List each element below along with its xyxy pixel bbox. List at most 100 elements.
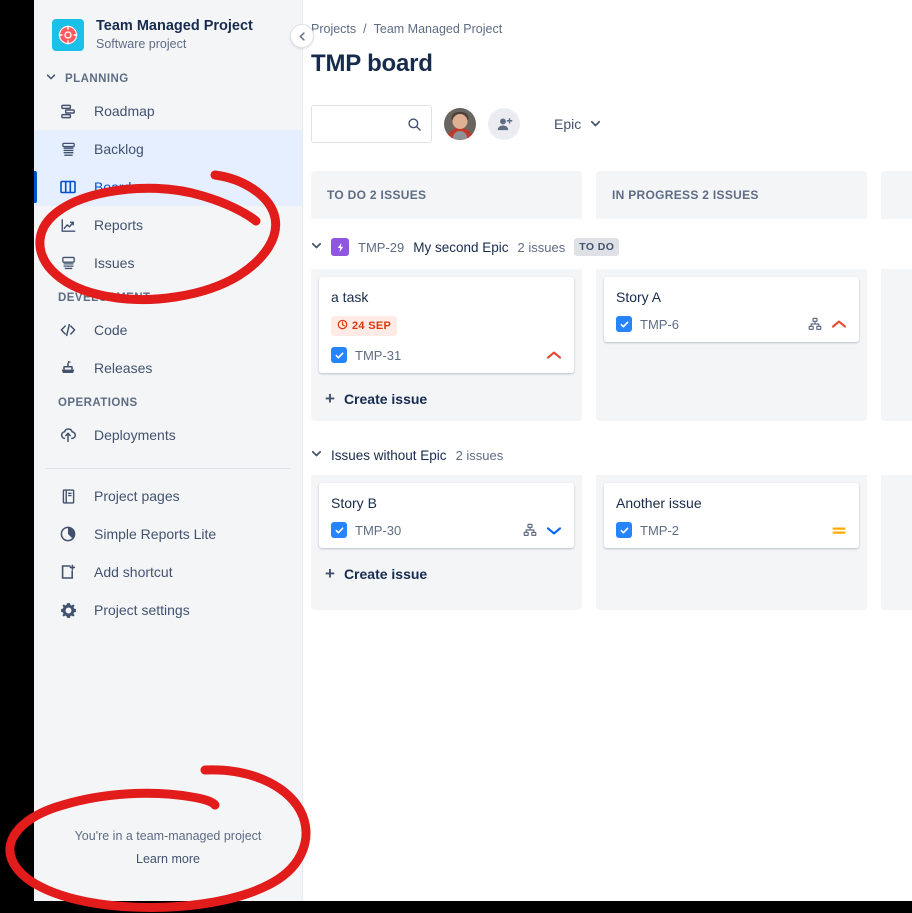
sidebar-item-label: Project settings xyxy=(94,602,190,618)
breadcrumb-current[interactable]: Team Managed Project xyxy=(374,22,503,36)
issue-title: Another issue xyxy=(616,495,702,511)
lane-todo: Story B TMP-30 + Create issue xyxy=(311,475,582,610)
issue-title: a task xyxy=(331,289,369,305)
sidebar-item-label: Add shortcut xyxy=(94,564,173,580)
sidebar-item-issues[interactable]: Issues xyxy=(34,244,302,282)
pie-chart-icon xyxy=(58,524,78,544)
lifebuoy-icon xyxy=(52,19,84,51)
sidebar-item-add-shortcut[interactable]: Add shortcut xyxy=(34,553,302,591)
priority-high-icon xyxy=(546,350,562,361)
sidebar-item-label: Board xyxy=(94,179,132,195)
issues-icon xyxy=(58,253,78,273)
issue-card-footer: TMP-2 xyxy=(616,522,847,538)
chevron-down-icon[interactable] xyxy=(311,448,322,462)
lane-inprogress: Another issue TMP-2 xyxy=(596,475,867,610)
sidebar-item-project-settings[interactable]: Project settings xyxy=(34,591,302,629)
issue-title: Story A xyxy=(616,289,662,305)
add-person-icon[interactable] xyxy=(488,108,520,140)
issue-key[interactable]: TMP-6 xyxy=(640,317,679,332)
search-input[interactable] xyxy=(322,116,412,132)
create-issue-label: Create issue xyxy=(343,565,428,582)
issue-card[interactable]: Story B TMP-30 xyxy=(319,483,574,548)
epic-key[interactable]: TMP-29 xyxy=(358,240,404,255)
board: TO DO 2 ISSUES IN PROGRESS 2 ISSUES TMP-… xyxy=(311,171,912,610)
task-checkbox-icon xyxy=(616,522,632,538)
page-title: TMP board xyxy=(311,50,433,77)
project-sidebar: Team Managed Project Software project PL… xyxy=(34,0,314,901)
sidebar-item-reports[interactable]: Reports xyxy=(34,206,302,244)
issue-card-footer: TMP-6 xyxy=(616,316,847,332)
sidebar-section-label: PLANNING xyxy=(65,72,129,85)
sidebar-item-code[interactable]: Code xyxy=(34,311,302,349)
issue-card[interactable]: a task 24 SEP TMP-31 xyxy=(319,277,574,373)
sidebar-section-label: OPERATIONS xyxy=(58,397,138,409)
sidebar-item-simple-reports-lite[interactable]: Simple Reports Lite xyxy=(34,515,302,553)
issue-card[interactable]: Story A TMP-6 xyxy=(604,277,859,342)
chevron-down-icon[interactable] xyxy=(311,240,322,254)
sidebar-item-label: Deployments xyxy=(94,427,176,443)
page-icon xyxy=(58,486,78,506)
create-issue-button[interactable]: + Create issue xyxy=(319,381,574,413)
sidebar-item-roadmap[interactable]: Roadmap xyxy=(34,92,302,130)
code-icon xyxy=(58,320,78,340)
epic-status-badge: TO DO xyxy=(574,238,620,256)
chevron-down-icon xyxy=(46,72,56,85)
sidebar-item-label: Roadmap xyxy=(94,103,155,119)
sidebar-item-label: Backlog xyxy=(94,141,144,157)
clock-icon xyxy=(337,319,348,333)
sidebar-section-development: DEVELOPMENT xyxy=(34,282,302,311)
swimlane-header-no-epic[interactable]: Issues without Epic 2 issues xyxy=(311,435,912,475)
lane-third xyxy=(881,475,912,610)
issue-key[interactable]: TMP-30 xyxy=(355,523,401,538)
search-box[interactable] xyxy=(311,105,432,143)
create-issue-button[interactable]: + Create issue xyxy=(319,556,574,588)
issue-card-footer: TMP-31 xyxy=(331,347,562,363)
project-header[interactable]: Team Managed Project Software project xyxy=(34,0,302,62)
sidebar-item-project-pages[interactable]: Project pages xyxy=(34,477,302,515)
sidebar-item-releases[interactable]: Releases xyxy=(34,349,302,387)
chevron-down-icon xyxy=(590,116,601,132)
lane-todo: a task 24 SEP TMP-31 + Create issue xyxy=(311,269,582,421)
priority-medium-icon xyxy=(831,525,847,536)
epic-filter-dropdown[interactable]: Epic xyxy=(546,110,609,138)
board-icon xyxy=(58,177,78,197)
sidebar-section-planning[interactable]: PLANNING xyxy=(34,62,302,92)
lane-inprogress: Story A TMP-6 xyxy=(596,269,867,421)
task-checkbox-icon xyxy=(331,347,347,363)
sidebar-item-board[interactable]: Board xyxy=(34,168,302,206)
sidebar-item-label: Simple Reports Lite xyxy=(94,526,217,542)
swimlane-epic-lanes: a task 24 SEP TMP-31 + Create issue Stor… xyxy=(311,269,912,421)
sidebar-item-backlog[interactable]: Backlog xyxy=(34,130,302,168)
swimlane-title: Issues without Epic xyxy=(331,447,447,463)
sidebar-section-label: DEVELOPMENT xyxy=(58,292,151,304)
sidebar-item-label: Project pages xyxy=(94,488,180,504)
breadcrumb-separator: / xyxy=(363,22,367,36)
chevron-left-icon[interactable] xyxy=(290,24,314,48)
sidebar-footer: You're in a team-managed project Learn m… xyxy=(34,825,302,901)
swimlane-issue-count: 2 issues xyxy=(455,447,504,463)
issue-key[interactable]: TMP-31 xyxy=(355,348,401,363)
issue-card-footer: TMP-30 xyxy=(331,522,562,538)
sidebar-item-deployments[interactable]: Deployments xyxy=(34,416,302,454)
sidebar-item-label: Reports xyxy=(94,217,144,233)
plus-icon: + xyxy=(325,389,335,408)
issue-card[interactable]: Another issue TMP-2 xyxy=(604,483,859,548)
task-checkbox-icon xyxy=(331,522,347,538)
sidebar-item-label: Code xyxy=(94,322,128,338)
board-column-headers: TO DO 2 ISSUES IN PROGRESS 2 ISSUES xyxy=(311,171,912,219)
project-name: Team Managed Project xyxy=(96,18,253,34)
subtask-hierarchy-icon xyxy=(523,523,537,537)
learn-more-link[interactable]: Learn more xyxy=(34,847,302,871)
subtask-hierarchy-icon xyxy=(808,317,822,331)
due-date-badge: 24 SEP xyxy=(331,316,398,336)
task-checkbox-icon xyxy=(616,316,632,332)
add-shortcut-icon xyxy=(58,562,78,582)
user-avatar[interactable] xyxy=(444,108,476,140)
swimlane-header-epic[interactable]: TMP-29 My second Epic 2 issues TO DO xyxy=(311,225,912,269)
roadmap-icon xyxy=(58,101,78,121)
issue-key[interactable]: TMP-2 xyxy=(640,523,679,538)
breadcrumb: Projects / Team Managed Project xyxy=(311,22,912,36)
main-content: Projects / Team Managed Project TMP boar… xyxy=(303,0,912,901)
breadcrumb-projects[interactable]: Projects xyxy=(311,22,356,36)
